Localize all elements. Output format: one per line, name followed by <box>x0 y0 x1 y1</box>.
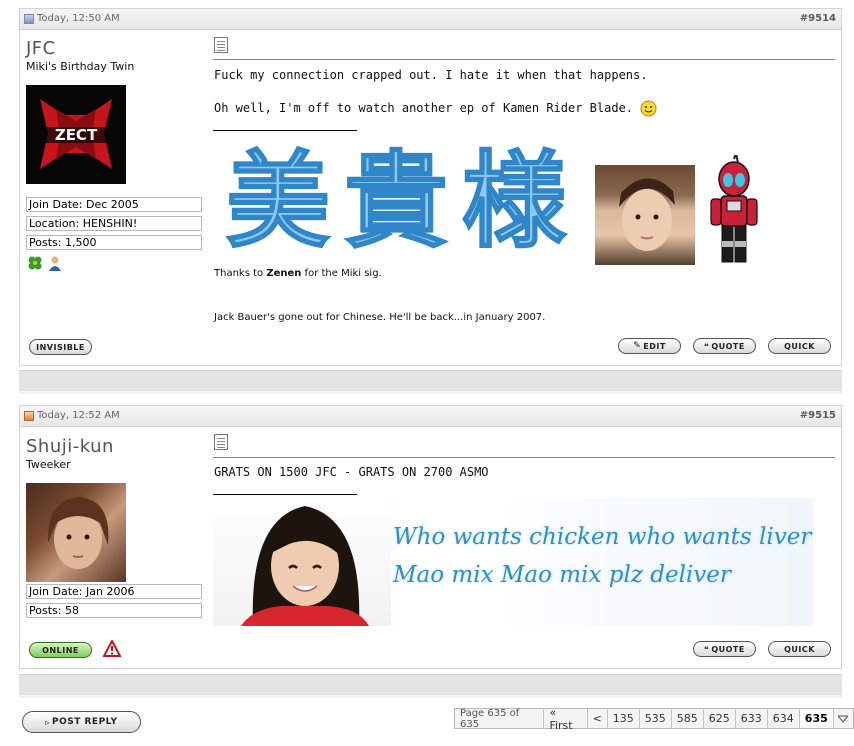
post-separator <box>19 674 842 698</box>
first-page-link[interactable]: « First <box>544 706 588 732</box>
online-status-button[interactable]: ONLINE <box>29 642 92 658</box>
sig-note: Jack Bauer's gone out for Chinese. He'll… <box>214 312 546 323</box>
sig-line-1: Who wants chicken who wants liver <box>393 524 812 550</box>
message-line-1: GRATS ON 1500 JFC - GRATS ON 2700 ASMO <box>214 465 489 479</box>
post-number-link[interactable]: #9514 <box>800 13 836 24</box>
location: Location: HENSHIN! <box>26 216 202 231</box>
document-icon <box>214 37 228 53</box>
sig-credit: Thanks to Zenen for the Miki sig. <box>214 268 382 279</box>
post-header: Today, 12:50 AM #9514 <box>20 9 841 30</box>
user-info: Shuji-kun Tweeker <box>26 436 203 471</box>
user-info: JFC Miki's Birthday Twin <box>26 38 203 73</box>
kamen-rider-sprite <box>707 149 761 265</box>
page-navigation: Page 635 of 635 « First < 135 535 585 62… <box>454 706 854 732</box>
svg-text:美貴様: 美貴様 <box>226 139 580 259</box>
user-title: Tweeker <box>26 458 71 471</box>
post-number-link[interactable]: #9515 <box>800 410 836 421</box>
user-title: Miki's Birthday Twin <box>26 60 135 73</box>
mao-photo <box>213 498 391 626</box>
quote-button[interactable]: ❝ QUOTE <box>693 338 756 354</box>
page-link[interactable]: 585 <box>672 709 704 728</box>
post-9515: Today, 12:52 AM #9515 Shuji-kun Tweeker … <box>19 405 842 669</box>
post-count: Posts: 1,500 <box>26 235 202 250</box>
post-9514: Today, 12:50 AM #9514 JFC Miki's Birthda… <box>19 8 842 366</box>
avatar <box>26 483 126 582</box>
quick-reply-button[interactable]: QUICK <box>768 641 831 657</box>
page-link[interactable]: 535 <box>640 709 672 728</box>
report-warning-icon[interactable] <box>102 638 122 658</box>
signature-divider <box>213 494 357 495</box>
username[interactable]: JFC <box>26 38 203 59</box>
page-menu-dropdown[interactable] <box>834 709 853 728</box>
avatar: ZECT <box>26 85 126 184</box>
page-link[interactable]: 633 <box>736 709 768 728</box>
invisible-status-button[interactable]: INVISIBLE <box>29 339 92 355</box>
post-reply-button[interactable]: ▹ POST REPLY <box>22 711 141 733</box>
page-link[interactable]: 135 <box>608 709 640 728</box>
document-icon <box>214 434 228 450</box>
divider <box>213 457 835 458</box>
post-count: Posts: 58 <box>26 603 202 618</box>
join-date: Join Date: Dec 2005 <box>26 197 202 212</box>
miki-photo <box>595 165 695 265</box>
signature-banner: Who wants chicken who wants liver Mao mi… <box>213 498 813 626</box>
divider <box>213 59 835 60</box>
post-header: Today, 12:52 AM #9515 <box>20 406 841 427</box>
quote-bubble-icon: ❝ <box>704 341 710 351</box>
page-label: Page 635 of 635 <box>455 708 545 730</box>
reply-arrow-icon: ▹ <box>45 717 50 727</box>
quote-button[interactable]: ❝ QUOTE <box>693 641 756 657</box>
post-date: Today, 12:50 AM <box>37 13 120 24</box>
post-old-icon <box>24 13 34 24</box>
page-link[interactable]: 634 <box>768 709 800 728</box>
post-date: Today, 12:52 AM <box>37 410 120 421</box>
sig-line-2: Mao mix Mao mix plz deliver <box>393 562 731 588</box>
page-link[interactable]: 625 <box>704 709 736 728</box>
message-line-1: Fuck my connection crapped out. I hate i… <box>214 68 648 82</box>
prev-page-link[interactable]: < <box>588 709 608 728</box>
clover-icon <box>27 255 43 271</box>
current-page: 635 <box>799 709 834 728</box>
user-profile-icon[interactable] <box>47 255 63 271</box>
quote-bubble-icon: ❝ <box>704 644 710 654</box>
credit-name: Zenen <box>266 268 302 279</box>
avatar-text: ZECT <box>55 126 98 144</box>
post-separator <box>19 370 842 394</box>
kanji-signature: 美貴様 <box>225 138 580 259</box>
post-new-icon <box>24 410 34 421</box>
pencil-icon: ✎ <box>633 341 642 351</box>
edit-button[interactable]: ✎ EDIT <box>618 338 681 354</box>
signature-divider <box>213 130 357 131</box>
join-date: Join Date: Jan 2006 <box>26 584 202 599</box>
quick-reply-button[interactable]: QUICK <box>768 338 831 354</box>
chevron-down-icon <box>838 715 849 723</box>
smiley-icon <box>640 100 657 117</box>
username[interactable]: Shuji-kun <box>26 436 203 457</box>
message-line-2: Oh well, I'm off to watch another ep of … <box>214 100 657 117</box>
